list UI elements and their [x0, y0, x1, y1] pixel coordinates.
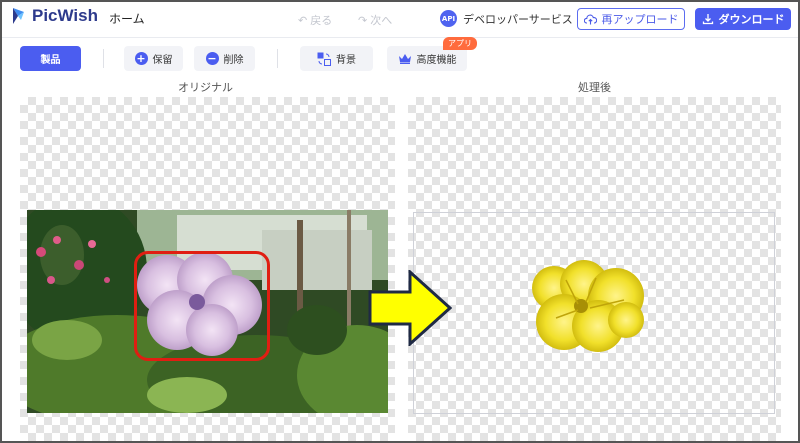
logo[interactable]: PicWish — [11, 6, 98, 26]
reupload-button[interactable]: 再アップロード — [577, 8, 685, 30]
toolbar-divider — [103, 49, 104, 68]
processed-flower-image — [532, 260, 644, 352]
nav-home-link[interactable]: ホーム — [109, 10, 145, 27]
minus-circle-icon: − — [205, 52, 219, 65]
developer-service-link[interactable]: API デベロッパーサービス — [440, 10, 573, 27]
developer-service-label: デベロッパーサービス — [463, 12, 573, 26]
background-icon — [317, 52, 331, 66]
background-button[interactable]: 背景 — [300, 46, 373, 71]
advanced-features-label: 高度機能 — [416, 55, 457, 66]
redo-label: 次へ — [370, 14, 393, 27]
save-button[interactable]: + 保留 — [124, 46, 183, 71]
api-icon: API — [440, 10, 457, 27]
products-label: 製品 — [40, 55, 61, 66]
original-panel-title: オリジナル — [178, 81, 233, 94]
products-button[interactable]: 製品 — [20, 46, 81, 71]
right-arrow-icon — [368, 270, 452, 346]
top-header: PicWish ホーム ↶ 戻る ↷ 次へ API デベロッパーサービス 再アッ… — [0, 0, 800, 38]
redo-button[interactable]: ↷ 次へ — [358, 12, 392, 28]
upload-cloud-icon — [583, 14, 597, 24]
logo-text: PicWish — [32, 6, 98, 25]
undo-label: 戻る — [310, 14, 333, 27]
delete-button[interactable]: − 削除 — [194, 46, 255, 71]
undo-icon: ↶ — [298, 13, 308, 27]
crown-icon — [398, 54, 411, 64]
download-label: ダウンロード — [718, 13, 785, 26]
plus-circle-icon: + — [134, 52, 148, 65]
reupload-label: 再アップロード — [601, 13, 679, 26]
undo-button[interactable]: ↶ 戻る — [298, 12, 332, 28]
toolbar-divider — [277, 49, 278, 68]
app-badge: アプリ — [443, 37, 477, 50]
picwish-logo-icon — [13, 8, 24, 24]
redo-icon: ↷ — [358, 13, 368, 27]
download-button[interactable]: ダウンロード — [695, 8, 791, 30]
download-icon — [702, 14, 713, 25]
processed-panel-title: 処理後 — [578, 81, 611, 94]
delete-label: 削除 — [223, 55, 244, 66]
selection-highlight-box — [134, 251, 270, 361]
background-label: 背景 — [336, 55, 356, 66]
save-label: 保留 — [152, 55, 173, 66]
